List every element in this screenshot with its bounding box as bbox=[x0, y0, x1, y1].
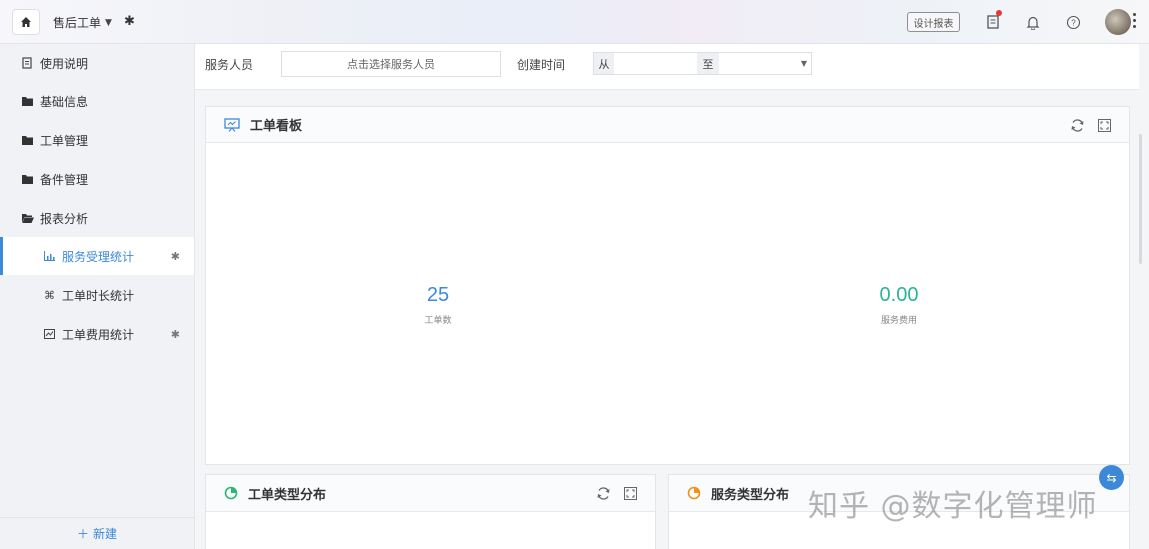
sidebar: 使用说明 基础信息 工单管理 备件管理 报表分析 服务受理统计 ✱ ⌘ 工单时长… bbox=[0, 44, 195, 549]
folder-icon bbox=[22, 135, 34, 145]
sidebar-item-spare-parts[interactable]: 备件管理 bbox=[0, 160, 194, 198]
task-list-icon[interactable] bbox=[983, 10, 1003, 32]
sidebar-item-label: 工单时长统计 bbox=[62, 288, 135, 303]
document-icon bbox=[22, 57, 34, 69]
refresh-icon[interactable] bbox=[595, 485, 611, 501]
swap-float-button[interactable]: ⇆ bbox=[1099, 465, 1124, 490]
gear-icon[interactable]: ✱ bbox=[171, 328, 180, 341]
home-button[interactable] bbox=[12, 9, 40, 35]
watermark-text: 知乎 @数字化管理师 bbox=[808, 489, 1098, 524]
sidebar-item-ticket-duration-stats[interactable]: ⌘ 工单时长统计 bbox=[0, 276, 194, 314]
more-menu-icon[interactable] bbox=[1133, 13, 1137, 28]
help-icon[interactable]: ? bbox=[1063, 12, 1083, 32]
sidebar-item-usage-guide[interactable]: 使用说明 bbox=[0, 44, 194, 82]
filter-bar: 服务人员 点击选择服务人员 创建时间 从 至 ▼ bbox=[195, 44, 1139, 90]
sidebar-item-ticket-cost-stats[interactable]: 工单费用统计 ✱ bbox=[0, 315, 194, 353]
panel-title: 工单类型分布 bbox=[248, 487, 327, 503]
fullscreen-icon[interactable] bbox=[622, 485, 638, 501]
ticket-type-distribution-panel: 工单类型分布 bbox=[205, 474, 656, 549]
new-button-label: 新建 bbox=[93, 527, 118, 541]
date-from-label: 从 bbox=[594, 53, 614, 74]
gear-icon[interactable]: ✱ bbox=[171, 250, 180, 263]
caret-down-icon: ▼ bbox=[105, 17, 112, 28]
staff-select-input[interactable]: 点击选择服务人员 bbox=[281, 51, 501, 77]
date-to-label: 至 bbox=[697, 53, 719, 74]
ticket-count-label: 工单数 bbox=[424, 316, 452, 326]
design-report-button[interactable]: 设计报表 bbox=[907, 12, 960, 32]
ticket-board-panel: 工单看板 25 工单数 0.00 服务费用 bbox=[205, 106, 1130, 465]
bell-icon[interactable] bbox=[1023, 12, 1043, 32]
notification-dot bbox=[996, 10, 1002, 16]
plus-icon: ＋ bbox=[76, 527, 89, 541]
panel-title: 服务类型分布 bbox=[711, 487, 790, 503]
avatar[interactable] bbox=[1105, 9, 1131, 35]
main-content: 服务人员 点击选择服务人员 创建时间 从 至 ▼ 工单看板 25 工单数 0.0… bbox=[195, 44, 1149, 549]
pie-chart-icon bbox=[224, 486, 238, 500]
staff-filter-label: 服务人员 bbox=[205, 58, 254, 72]
panel-header: 工单看板 bbox=[206, 107, 1129, 143]
date-range-picker[interactable]: 从 至 ▼ bbox=[593, 52, 812, 75]
sidebar-item-label: 报表分析 bbox=[40, 211, 89, 226]
service-fee-value: 0.00 bbox=[879, 284, 919, 306]
created-time-label: 创建时间 bbox=[517, 58, 566, 72]
folder-open-icon bbox=[22, 213, 34, 223]
service-fee-stat: 0.00 服务费用 bbox=[829, 284, 969, 326]
sidebar-item-ticket-management[interactable]: 工单管理 bbox=[0, 121, 194, 159]
sidebar-item-label: 服务受理统计 bbox=[62, 249, 135, 264]
svg-text:?: ? bbox=[1071, 18, 1076, 27]
sidebar-item-label: 工单费用统计 bbox=[62, 327, 135, 342]
folder-icon bbox=[22, 96, 34, 106]
gear-icon[interactable]: ✱ bbox=[124, 14, 135, 29]
panel-header: 工单类型分布 bbox=[206, 475, 655, 512]
vertical-scrollbar[interactable] bbox=[1139, 134, 1142, 264]
date-to-input[interactable] bbox=[720, 53, 800, 74]
presentation-icon bbox=[224, 117, 240, 132]
command-icon: ⌘ bbox=[44, 288, 55, 302]
pie-chart-icon bbox=[687, 486, 701, 500]
new-button[interactable]: ＋ 新建 bbox=[0, 517, 194, 549]
bar-chart-icon bbox=[44, 251, 56, 261]
date-from-input[interactable] bbox=[615, 53, 696, 74]
refresh-icon[interactable] bbox=[1069, 117, 1085, 133]
app-title: 售后工单 bbox=[53, 16, 102, 30]
sidebar-item-service-acceptance-stats[interactable]: 服务受理统计 ✱ bbox=[0, 237, 194, 275]
folder-icon bbox=[22, 174, 34, 184]
top-bar: 售后工单 ▼ ✱ 设计报表 ? bbox=[0, 0, 1149, 44]
sidebar-item-report-analysis[interactable]: 报表分析 bbox=[0, 199, 194, 237]
sidebar-item-label: 基础信息 bbox=[40, 94, 89, 109]
panel-title: 工单看板 bbox=[250, 119, 303, 134]
sidebar-item-label: 使用说明 bbox=[40, 56, 89, 71]
sidebar-item-basic-info[interactable]: 基础信息 bbox=[0, 82, 194, 120]
caret-down-icon[interactable]: ▼ bbox=[801, 59, 807, 68]
service-fee-label: 服务费用 bbox=[880, 316, 917, 326]
sidebar-item-label: 工单管理 bbox=[40, 133, 89, 148]
app-title-dropdown[interactable]: 售后工单 ▼ bbox=[53, 14, 112, 31]
home-icon bbox=[21, 17, 31, 27]
line-chart-icon bbox=[44, 329, 56, 339]
fullscreen-icon[interactable] bbox=[1096, 117, 1112, 133]
ticket-count-stat: 25 工单数 bbox=[368, 284, 508, 326]
sidebar-item-label: 备件管理 bbox=[40, 172, 89, 187]
ticket-count-value: 25 bbox=[426, 284, 450, 306]
